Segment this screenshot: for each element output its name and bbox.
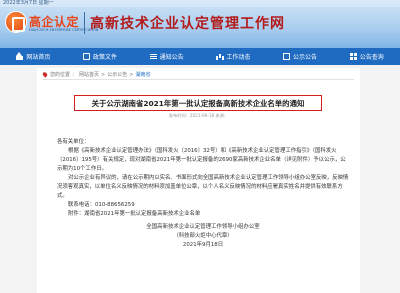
- article-paragraph: 对公示企业有异议的，请在公示期内以实名、书面形式向全国高新技术企业认定管理工作领…: [57, 175, 349, 199]
- nav-item-notices[interactable]: 通知公告: [133, 48, 200, 65]
- list-icon: [149, 53, 157, 60]
- header-date: 2022年3月7日 星期一: [3, 0, 54, 6]
- nav-item-home[interactable]: 网站首页: [0, 48, 67, 65]
- breadcrumb-divider: [43, 79, 354, 80]
- site-title: 高新技术企业认定管理工作网: [90, 16, 285, 32]
- contact-phone: 联系电话：010-88656259: [68, 202, 135, 208]
- breadcrumb-label: 您的位置: [50, 72, 71, 78]
- article-paragraph: 根据《高新技术企业认定管理办法》（国科发火〔2016〕32号）和《高新技术企业认…: [57, 148, 346, 172]
- nav-label: 公告查询: [359, 54, 384, 61]
- top-strip: [0, 0, 400, 7]
- header-divider: [84, 12, 85, 34]
- breadcrumb-current[interactable]: 湖南省: [135, 71, 150, 78]
- signature-date: 2021年9月18日: [182, 242, 224, 248]
- nav-label: 工作动态: [226, 54, 251, 61]
- article-card: 您的位置 ： 网站首页 > 公示公告 > 湖南省 关于公示湖南省2021年第一批…: [37, 68, 360, 293]
- article-title-box: 关于公示湖南省2021年第一批认定报备高新技术企业名单的通知: [74, 95, 322, 111]
- main-nav: 网站首页 政策文件 通知公告 工作动态 公示公告 公告查询: [0, 48, 400, 65]
- location-pin-icon: [41, 71, 49, 78]
- nav-item-publicity[interactable]: 公示公告: [267, 48, 334, 65]
- nav-label: 通知公告: [159, 54, 184, 61]
- chart-icon: [216, 53, 223, 60]
- signature-org: 全国高新技术企业认定管理工作领导小组办公室: [146, 224, 260, 230]
- grid-icon: [349, 53, 357, 60]
- logo-subtitle: HIGH-TECH ENTERPRISE CERTIFICATION: [29, 28, 99, 32]
- logo-badge-icon: [5, 11, 27, 33]
- site-header: 2022年3月7日 星期一 高企认定 HIGH-TECH ENTERPRISE …: [0, 0, 400, 48]
- breadcrumb-home[interactable]: 网站首页: [79, 71, 99, 78]
- site-logo[interactable]: 高企认定 HIGH-TECH ENTERPRISE CERTIFICATION: [5, 11, 98, 37]
- nav-item-policy[interactable]: 政策文件: [67, 48, 134, 65]
- nav-label: 网站首页: [26, 54, 51, 61]
- nav-label: 政策文件: [93, 54, 118, 61]
- breadcrumb-publicity[interactable]: 公示公告: [107, 71, 127, 78]
- article-greeting: 各有关单位：: [57, 139, 90, 145]
- home-icon: [16, 52, 24, 60]
- nav-label: 公示公告: [293, 54, 318, 61]
- article-meta: 发布时间：2021-09-18 来源：: [168, 113, 229, 118]
- document-icon: [83, 53, 90, 60]
- article-title: 关于公示湖南省2021年第一批认定报备高新技术企业名单的通知: [91, 98, 305, 108]
- nav-item-query[interactable]: 公告查询: [333, 48, 400, 65]
- nav-item-news[interactable]: 工作动态: [200, 48, 267, 65]
- box-icon: [283, 53, 291, 60]
- article-body: 各有关单位： 根据《高新技术企业认定管理办法》（国科发火〔2016〕32号）和《…: [57, 138, 349, 250]
- signature-seal: （科技部火炬中心代章）: [173, 233, 233, 239]
- attachment-link[interactable]: 附件：湖南省2021年第一批认定报备高新技术企业名单: [57, 210, 349, 219]
- breadcrumb: 您的位置 ： 网站首页 > 公示公告 > 湖南省: [41, 71, 150, 78]
